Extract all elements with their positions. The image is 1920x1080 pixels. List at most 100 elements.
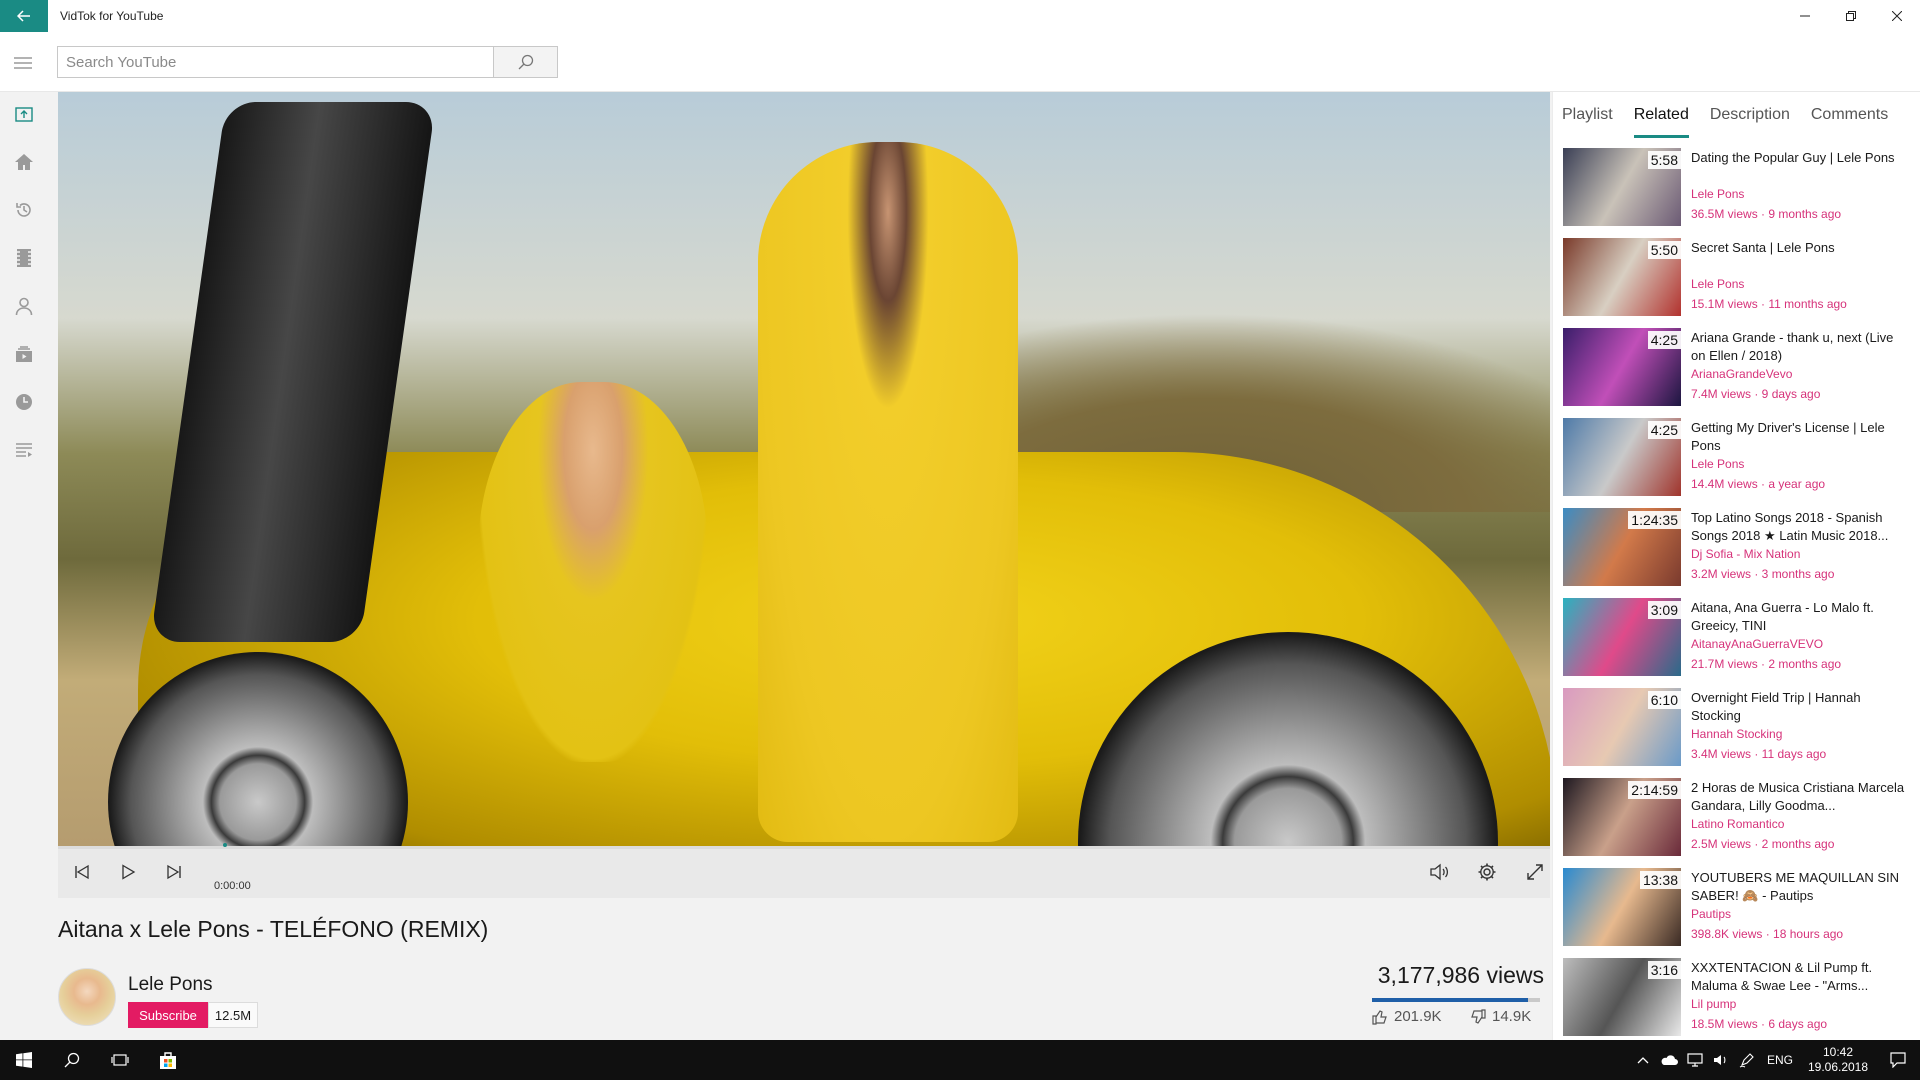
progress-bar[interactable]	[58, 843, 1550, 849]
related-meta: 36.5M views · 9 months ago	[1691, 207, 1842, 221]
video-person-seated	[478, 382, 708, 762]
related-meta: 21.7M views · 2 months ago	[1691, 657, 1842, 671]
nav-home[interactable]	[0, 138, 48, 186]
nav-history[interactable]	[0, 186, 48, 234]
related-item[interactable]: 4:25 Getting My Driver's License | Lele P…	[1563, 415, 1913, 505]
related-title[interactable]: Dating the Popular Guy | Lele Pons	[1691, 149, 1907, 167]
nav-subscriptions[interactable]	[0, 330, 48, 378]
fullscreen-button[interactable]	[1517, 854, 1553, 890]
play-button[interactable]	[110, 854, 146, 890]
related-meta: 2.5M views · 2 months ago	[1691, 837, 1835, 851]
related-thumbnail[interactable]: 5:50	[1563, 238, 1681, 316]
tray-overflow-button[interactable]	[1630, 1040, 1656, 1080]
related-item[interactable]: 3:09 Aitana, Ana Guerra - Lo Malo ft. Gre…	[1563, 595, 1913, 685]
related-thumbnail[interactable]: 4:25	[1563, 328, 1681, 406]
related-title[interactable]: YOUTUBERS ME MAQUILLAN SIN SABER! 🙈 - Pa…	[1691, 869, 1907, 905]
related-item[interactable]: 5:50 Secret Santa | Lele Pons Lele Pons 15.…	[1563, 235, 1913, 325]
search-input[interactable]	[58, 47, 493, 77]
related-thumbnail[interactable]: 1:24:35	[1563, 508, 1681, 586]
like-button[interactable]: 201.9K	[1372, 1008, 1442, 1025]
title-bar: VidTok for YouTube	[0, 0, 1920, 32]
store-icon	[160, 1052, 176, 1069]
search-button[interactable]	[494, 46, 558, 78]
related-item[interactable]: 4:25 Ariana Grande - thank u, next (Live …	[1563, 325, 1913, 415]
progress-thumb[interactable]	[223, 843, 227, 847]
related-channel[interactable]: ArianaGrandeVevo	[1691, 367, 1792, 381]
channel-avatar[interactable]	[58, 968, 116, 1026]
task-view-button[interactable]	[96, 1040, 144, 1080]
nav-films[interactable]	[0, 234, 48, 282]
related-title[interactable]: Ariana Grande - thank u, next (Live on E…	[1691, 329, 1907, 365]
nav-watch-later[interactable]	[0, 378, 48, 426]
related-item[interactable]: 1:24:35 Top Latino Songs 2018 - Spanish S…	[1563, 505, 1913, 595]
tray-volume[interactable]	[1708, 1040, 1734, 1080]
next-button[interactable]	[156, 854, 192, 890]
related-channel[interactable]: AitanayAnaGuerraVEVO	[1691, 637, 1823, 651]
related-item[interactable]: 5:58 Dating the Popular Guy | Lele Pons Le…	[1563, 145, 1913, 235]
nav-upload[interactable]	[0, 92, 48, 138]
related-channel[interactable]: Lele Pons	[1691, 187, 1744, 201]
restore-icon	[1846, 11, 1856, 21]
related-item[interactable]: 13:38 YOUTUBERS ME MAQUILLAN SIN SABER! 🙈…	[1563, 865, 1913, 955]
previous-button[interactable]	[64, 854, 100, 890]
related-title[interactable]: Aitana, Ana Guerra - Lo Malo ft. Greeicy…	[1691, 599, 1907, 635]
related-item[interactable]: 2:14:59 2 Horas de Musica Cristiana Marce…	[1563, 775, 1913, 865]
related-thumbnail[interactable]: 4:25	[1563, 418, 1681, 496]
volume-icon	[1430, 863, 1449, 881]
related-meta: 3.2M views · 3 months ago	[1691, 567, 1835, 581]
related-thumbnail[interactable]: 13:38	[1563, 868, 1681, 946]
related-title[interactable]: 2 Horas de Musica Cristiana Marcela Gand…	[1691, 779, 1907, 815]
tray-onedrive[interactable]	[1656, 1040, 1682, 1080]
related-title[interactable]: Top Latino Songs 2018 - Spanish Songs 20…	[1691, 509, 1907, 545]
channel-name[interactable]: Lele Pons	[128, 974, 213, 996]
related-item[interactable]: 3:16 XXXTENTACION & Lil Pump ft. Maluma &…	[1563, 955, 1913, 1045]
related-channel[interactable]: Hannah Stocking	[1691, 727, 1782, 741]
subscriptions-icon	[16, 346, 32, 362]
tray-pen[interactable]	[1734, 1040, 1760, 1080]
related-title[interactable]: XXXTENTACION & Lil Pump ft. Maluma & Swa…	[1691, 959, 1907, 995]
view-count: 3,177,986 views	[1377, 962, 1544, 988]
tab-related[interactable]: Related	[1625, 92, 1701, 140]
related-title[interactable]: Secret Santa | Lele Pons	[1691, 239, 1907, 257]
tab-description[interactable]: Description	[1701, 92, 1802, 140]
input-language[interactable]: ENG	[1760, 1053, 1800, 1067]
tab-playlist[interactable]: Playlist	[1553, 92, 1625, 140]
back-button[interactable]	[0, 0, 48, 32]
minimize-button[interactable]	[1782, 0, 1828, 32]
tray-network[interactable]	[1682, 1040, 1708, 1080]
close-button[interactable]	[1874, 0, 1920, 32]
action-center-button[interactable]	[1876, 1040, 1920, 1080]
skip-next-icon	[167, 864, 181, 880]
nav-playlists[interactable]	[0, 426, 48, 474]
related-channel[interactable]: Latino Romantico	[1691, 817, 1784, 831]
related-title[interactable]: Overnight Field Trip | Hannah Stocking	[1691, 689, 1907, 725]
menu-button[interactable]	[12, 52, 34, 74]
related-channel[interactable]: Lele Pons	[1691, 277, 1744, 291]
settings-button[interactable]	[1469, 854, 1505, 890]
system-tray: ENG 10:42 19.06.2018	[1630, 1040, 1920, 1080]
restore-button[interactable]	[1828, 0, 1874, 32]
clock[interactable]: 10:42 19.06.2018	[1800, 1045, 1876, 1075]
related-thumbnail[interactable]: 5:58	[1563, 148, 1681, 226]
related-thumbnail[interactable]: 3:16	[1563, 958, 1681, 1036]
start-button[interactable]	[0, 1040, 48, 1080]
related-thumbnail[interactable]: 6:10	[1563, 688, 1681, 766]
nav-account[interactable]	[0, 282, 48, 330]
app-window: VidTok for YouTube Search YouTube 0:00:0…	[0, 0, 1920, 1080]
taskbar-search-button[interactable]	[48, 1040, 96, 1080]
dislike-button[interactable]: 14.9K	[1470, 1008, 1531, 1025]
tab-comments[interactable]: Comments	[1802, 92, 1900, 140]
related-title[interactable]: Getting My Driver's License | Lele Pons	[1691, 419, 1907, 455]
related-item[interactable]: 6:10 Overnight Field Trip | Hannah Stocki…	[1563, 685, 1913, 775]
subscribe-button[interactable]: Subscribe	[128, 1002, 208, 1028]
related-channel[interactable]: Lil pump	[1691, 997, 1736, 1011]
related-thumbnail[interactable]: 2:14:59	[1563, 778, 1681, 856]
related-channel[interactable]: Pautips	[1691, 907, 1731, 921]
related-channel[interactable]: Lele Pons	[1691, 457, 1744, 471]
store-button[interactable]	[144, 1040, 192, 1080]
like-count: 201.9K	[1394, 1008, 1442, 1025]
related-thumbnail[interactable]: 3:09	[1563, 598, 1681, 676]
video-frame[interactable]	[58, 92, 1550, 846]
volume-button[interactable]	[1421, 854, 1457, 890]
related-channel[interactable]: Dj Sofia - Mix Nation	[1691, 547, 1800, 561]
